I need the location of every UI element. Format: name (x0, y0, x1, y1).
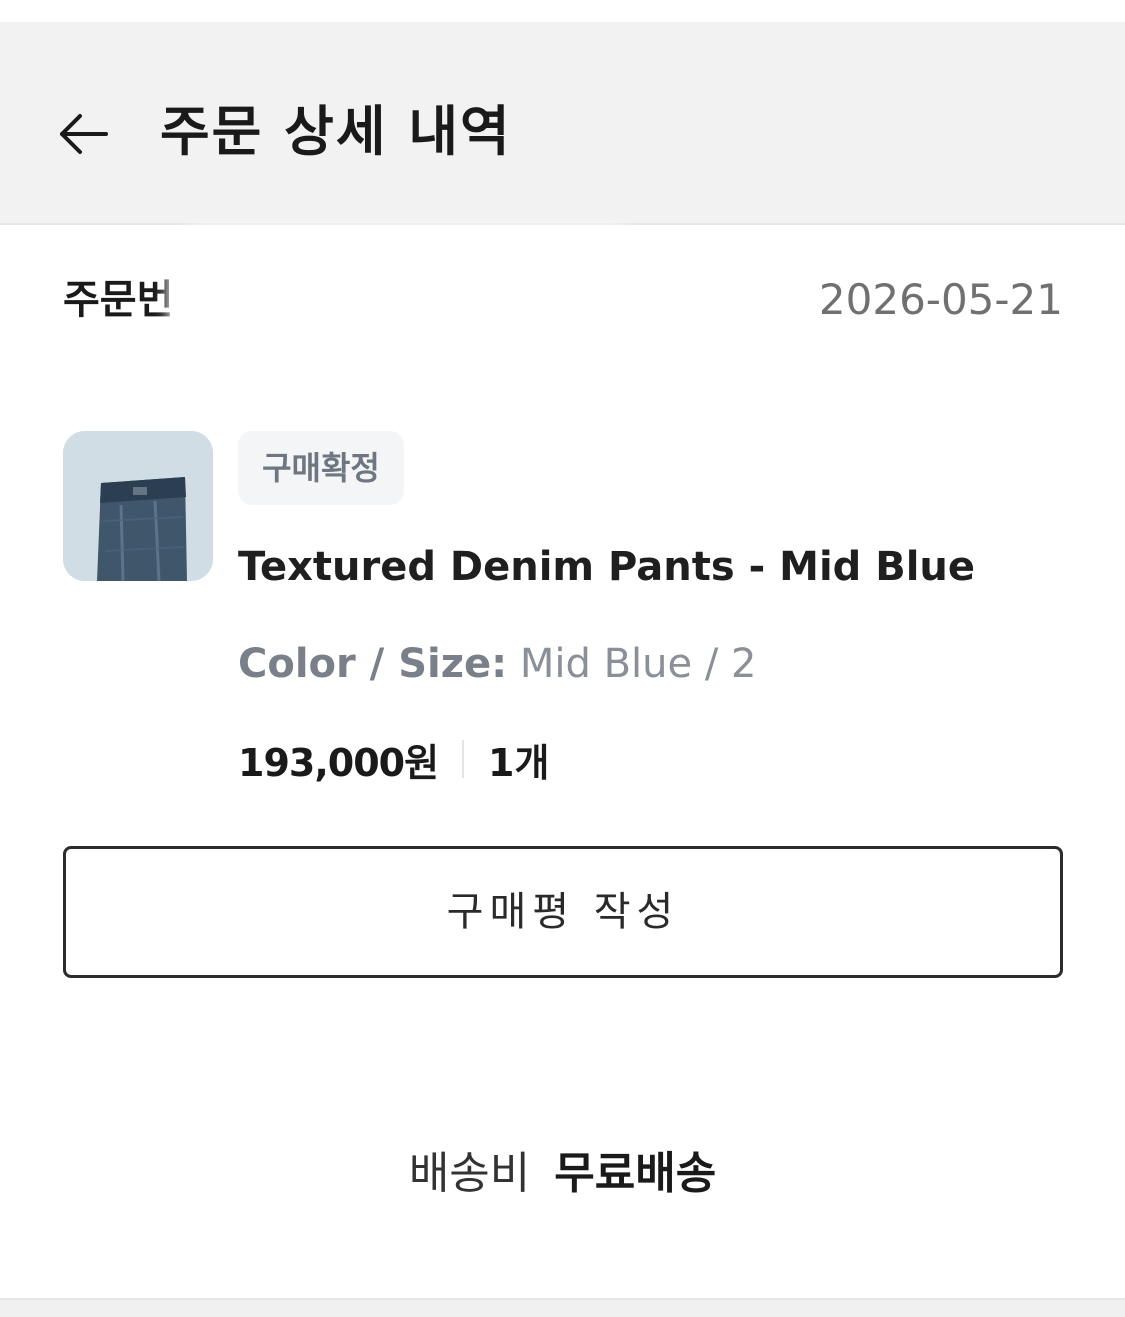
price-quantity-row: 193,000원 1개 (238, 730, 549, 788)
page-title: 주문 상세 내역 (160, 100, 512, 163)
order-number-label: 주문번 (63, 277, 174, 323)
write-review-button[interactable]: 구매평 작성 (63, 846, 1063, 978)
denim-pants-image (63, 431, 213, 581)
section-divider (0, 1298, 1125, 1317)
shipping-fee-label: 배송비 (408, 1148, 531, 1199)
product-quantity: 1개 (488, 740, 550, 785)
status-bar-strip (0, 0, 1125, 22)
product-thumbnail[interactable] (63, 431, 213, 581)
order-date: 2026-05-21 (818, 275, 1063, 324)
order-info-row: 주문번 2026-05-21 (63, 236, 1063, 332)
order-detail-page: 주문 상세 내역 주문번 2026-05-21 구매확정 Textured De… (0, 0, 1125, 1317)
status-badge: 구매확정 (238, 431, 404, 505)
shipping-fee-row: 배송비 무료배송 (0, 1142, 1125, 1206)
option-value: Mid Blue / 2 (519, 641, 757, 687)
option-label: Color / Size: (238, 641, 508, 687)
product-option: Color / Size: Mid Blue / 2 (238, 634, 756, 694)
product-price: 193,000원 (238, 740, 439, 785)
redacted-area (178, 236, 658, 332)
header-bar: 주문 상세 내역 (0, 22, 1125, 225)
price-divider (462, 740, 465, 778)
product-name[interactable]: Textured Denim Pants - Mid Blue (238, 538, 975, 596)
shipping-fee-value: 무료배송 (554, 1148, 717, 1199)
arrow-left-icon[interactable] (56, 106, 112, 162)
